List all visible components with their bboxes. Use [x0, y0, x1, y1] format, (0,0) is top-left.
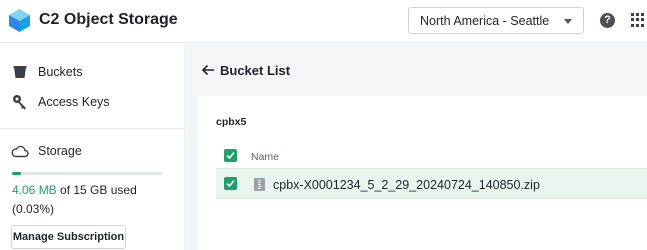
region-select[interactable]: North America - Seattle	[408, 7, 584, 34]
storage-usage: 4.06 MB of 15 GB used	[12, 183, 137, 197]
arrow-left-icon[interactable]	[201, 63, 215, 77]
sidebar-item-label: Access Keys	[38, 95, 110, 109]
chevron-down-icon	[564, 19, 572, 24]
bucket-card: cpbx5 Name cpbx-X0001234_5_2_29_20240724…	[198, 96, 647, 250]
page-title: Bucket List	[220, 63, 291, 78]
help-icon[interactable]: ?	[600, 13, 615, 28]
bucket-name: cpbx5	[216, 116, 247, 128]
zip-file-icon	[254, 178, 265, 191]
storage-progress-fill	[12, 172, 21, 175]
app-title[interactable]: C2 Object Storage	[39, 11, 178, 29]
region-select-value: North America - Seattle	[420, 14, 550, 28]
sidebar-item-buckets[interactable]: Buckets	[0, 58, 185, 86]
top-bar: C2 Object Storage North America - Seattl…	[0, 0, 647, 43]
sidebar: Buckets Access Keys Storage 4.06 MB of 1…	[0, 44, 185, 250]
manage-subscription-button[interactable]: Manage Subscription	[11, 225, 126, 249]
file-name[interactable]: cpbx-X0001234_5_2_29_20240724_140850.zip	[273, 178, 540, 192]
sidebar-item-access-keys[interactable]: Access Keys	[0, 88, 185, 116]
check-icon	[226, 179, 235, 188]
main-content: Bucket List cpbx5 Name cpbx-X0001234_5_2…	[186, 44, 647, 250]
sidebar-divider	[0, 128, 185, 129]
storage-percent: (0.03%)	[12, 202, 55, 216]
select-all-checkbox[interactable]	[224, 149, 237, 162]
check-icon	[226, 151, 235, 160]
key-icon	[13, 95, 26, 110]
storage-section: Storage	[0, 140, 185, 162]
storage-progress-bar	[12, 172, 162, 175]
sidebar-item-label: Buckets	[38, 65, 83, 79]
table-row[interactable]: cpbx-X0001234_5_2_29_20240724_140850.zip	[216, 168, 647, 199]
column-header-name[interactable]: Name	[251, 151, 279, 163]
storage-total-text: of 15 GB used	[56, 183, 137, 197]
cube-logo-icon[interactable]	[9, 9, 30, 32]
row-checkbox[interactable]	[224, 177, 237, 190]
bucket-icon	[13, 66, 27, 78]
grid-apps-icon[interactable]	[631, 13, 645, 27]
cloud-icon	[11, 145, 29, 158]
storage-used-value: 4.06 MB	[12, 183, 57, 197]
storage-label: Storage	[38, 144, 82, 158]
